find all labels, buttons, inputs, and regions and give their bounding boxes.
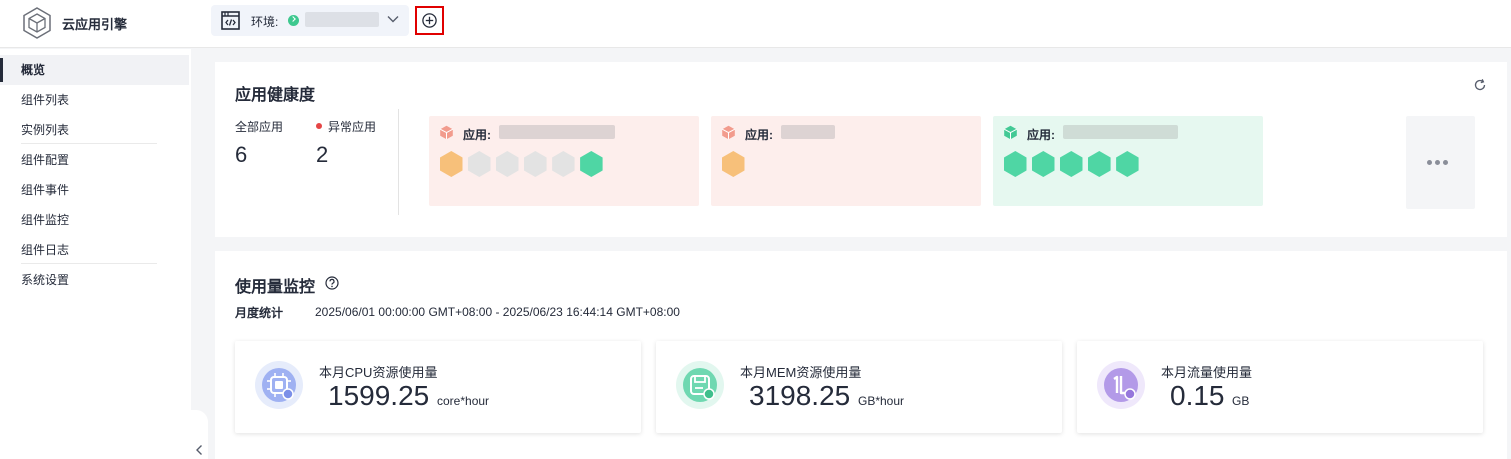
instance-healthy-hexagon[interactable] [1088,151,1111,177]
app-tile-label: 应用: [463,128,491,142]
instance-healthy-hexagon[interactable] [1060,151,1083,177]
monthly-stats-label: 月度统计 [235,306,284,320]
abnormal-apps-label: 异常应用 [328,120,377,134]
instance-idle-hexagon[interactable] [496,151,519,177]
usage-title: 使用量监控 [235,279,316,296]
instance-healthy-hexagon[interactable] [1032,151,1055,177]
cpu-usage-unit: core*hour [437,394,490,408]
traffic-icon [1097,361,1145,409]
app-cube-icon [439,125,454,140]
environment-label: 环境: [251,15,279,29]
sidebar-collapse-button[interactable] [191,410,208,459]
app-name: 云应用引擎 [62,17,128,32]
app-health-card: 应用健康度 全部应用 6 异常应用 2 应用: 应用: 应用: [215,62,1507,237]
help-icon[interactable] [325,276,339,290]
nav-divider [21,263,157,264]
plus-circle-icon [422,13,437,28]
sidebar-item-system-settings[interactable]: 系统设置 [0,265,191,295]
sidebar-item-component-monitoring[interactable]: 组件监控 [0,205,191,235]
app-tile[interactable]: 应用: [429,116,699,206]
more-apps-button[interactable] [1406,116,1475,209]
app-cube-icon [721,125,736,140]
environment-value-redacted [305,12,379,27]
instance-warning-hexagon[interactable] [440,151,463,177]
app-logo-icon [23,7,51,39]
sidebar-item-component-list[interactable]: 组件列表 [0,85,191,115]
chevron-left-icon [196,445,202,455]
instance-idle-hexagon[interactable] [552,151,575,177]
sidebar-item-overview[interactable]: 概览 [0,55,189,85]
traffic-usage-value: 0.15 [1170,380,1225,411]
cpu-usage-metric: 本月CPU资源使用量 1599.25 core*hour [235,341,641,433]
more-dots-icon [1427,160,1432,165]
instance-healthy-hexagon[interactable] [1116,151,1139,177]
instance-idle-hexagon[interactable] [468,151,491,177]
health-title: 应用健康度 [235,87,316,104]
environment-status-icon [288,15,299,26]
add-environment-button[interactable] [415,6,444,35]
app-instance-hexes [440,151,603,177]
sidebar-item-component-events[interactable]: 组件事件 [0,175,191,205]
usage-monitoring-card: 使用量监控 月度统计 2025/06/01 00:00:00 GMT+08:00… [215,251,1507,459]
environment-selector[interactable]: 环境: [211,5,409,36]
sidebar-item-component-config[interactable]: 组件配置 [0,145,191,175]
app-tile-label: 应用: [745,128,773,142]
traffic-usage-label: 本月流量使用量 [1161,365,1253,380]
memory-icon [676,361,724,409]
app-tile[interactable]: 应用: [711,116,981,206]
sidebar-item-component-logs[interactable]: 组件日志 [0,235,191,265]
refresh-icon[interactable] [1473,78,1487,92]
traffic-usage-metric: 本月流量使用量 0.15 GB [1077,341,1483,433]
more-dots-icon [1435,160,1440,165]
app-instance-hexes [722,151,745,177]
instance-idle-hexagon[interactable] [524,151,547,177]
total-apps-label: 全部应用 [235,120,284,134]
app-name-redacted [781,125,835,139]
cpu-usage-value: 1599.25 [328,380,430,411]
app-instance-hexes [1004,151,1139,177]
stats-divider [398,109,399,215]
monthly-stats-range: 2025/06/01 00:00:00 GMT+08:00 - 2025/06/… [315,305,680,319]
app-name-redacted [499,125,615,139]
code-window-icon [221,11,240,30]
app-tile-label: 应用: [1027,128,1055,142]
abnormal-status-dot [316,123,322,129]
nav-divider [21,143,157,144]
top-bar: 云应用引擎 环境: [0,0,1511,48]
instance-healthy-hexagon[interactable] [1004,151,1027,177]
instance-warning-hexagon[interactable] [722,151,745,177]
sidebar-item-instance-list[interactable]: 实例列表 [0,115,191,145]
traffic-usage-unit: GB [1232,394,1250,408]
cpu-chip-icon [255,361,303,409]
sidebar: 概览 组件列表 实例列表 组件配置 组件事件 组件监控 组件日志 系统设置 [0,49,191,459]
mem-usage-value: 3198.25 [749,380,851,411]
more-dots-icon [1443,160,1448,165]
chevron-down-icon[interactable] [386,12,400,26]
cpu-usage-label: 本月CPU资源使用量 [319,365,438,380]
app-tile[interactable]: 应用: [993,116,1263,206]
mem-usage-unit: GB*hour [858,394,905,408]
abnormal-apps-value: 2 [316,142,329,167]
total-apps-value: 6 [235,142,248,167]
app-name-redacted [1063,125,1178,139]
instance-healthy-hexagon[interactable] [580,151,603,177]
app-cube-icon [1003,125,1018,140]
mem-usage-metric: 本月MEM资源使用量 3198.25 GB*hour [656,341,1062,433]
mem-usage-label: 本月MEM资源使用量 [740,365,862,380]
